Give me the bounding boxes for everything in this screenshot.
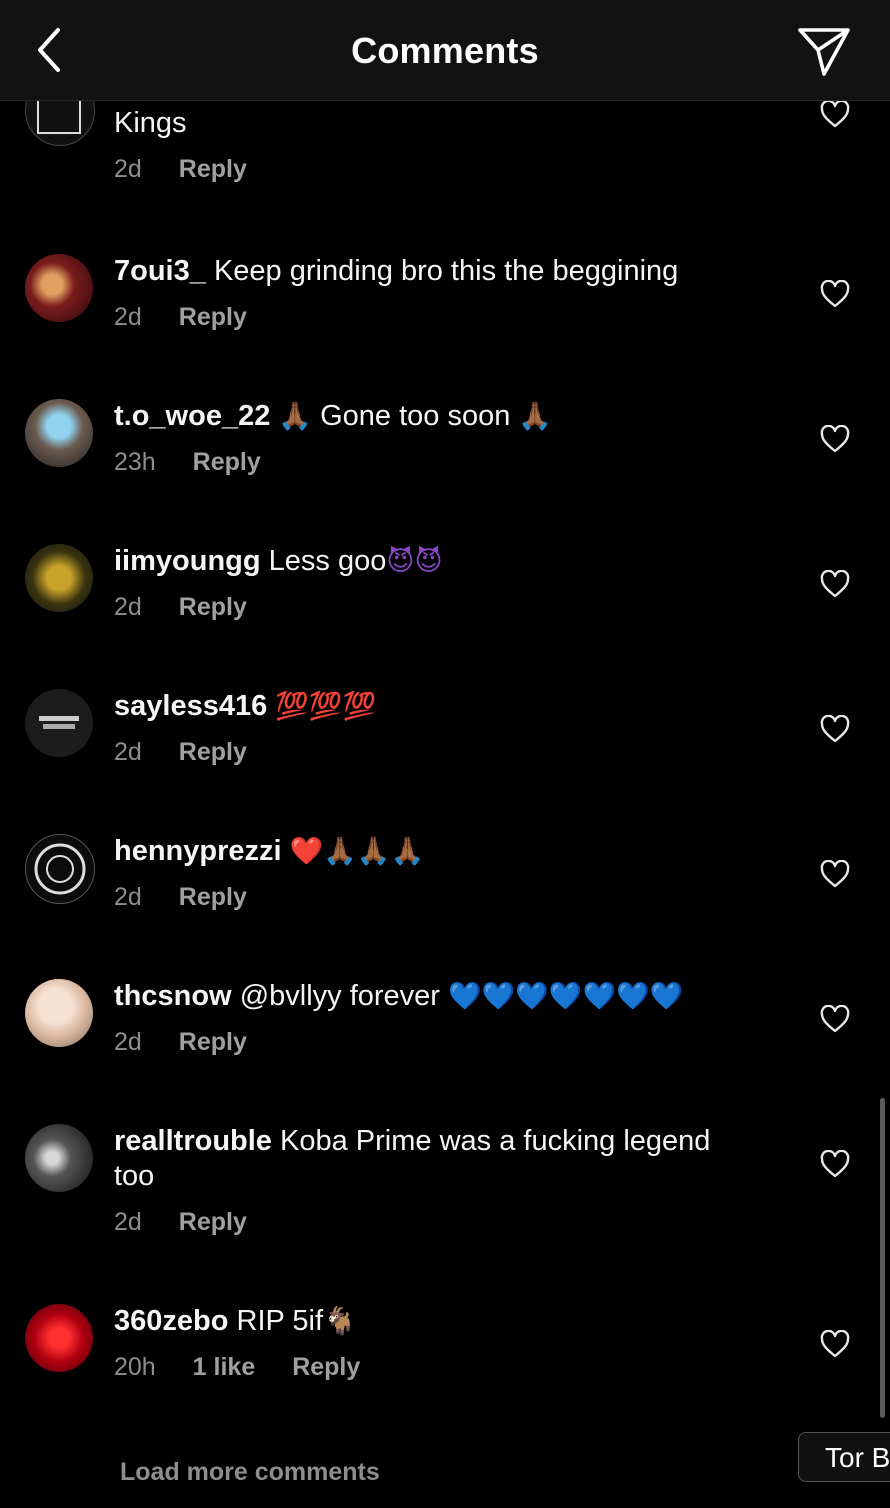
username[interactable]: hennyprezzi (114, 835, 282, 867)
heart-outline-icon[interactable] (820, 1330, 850, 1358)
avatar[interactable] (25, 979, 93, 1047)
header-bar: Comments (0, 0, 890, 101)
emoji: 🙏🏾 (278, 401, 313, 432)
avatar[interactable] (25, 1124, 93, 1192)
reply-button[interactable]: Reply (179, 883, 247, 911)
comment-time: 2d (114, 155, 142, 183)
reply-button[interactable]: Reply (193, 448, 261, 476)
emoji: 🙏🏾 (518, 401, 553, 432)
heart-outline-icon[interactable] (820, 280, 850, 308)
goat-emoji: 🐐 (323, 1306, 357, 1337)
comment-text: thcsnow @bvllyy forever 💙💙💙💙💙💙💙 (114, 979, 770, 1014)
reply-button[interactable]: Reply (292, 1353, 360, 1381)
username[interactable]: 360zebo (114, 1305, 228, 1337)
comment-body: Gone too soon (320, 400, 511, 432)
comment-text: sayless416 💯💯💯 (114, 689, 770, 724)
heart-outline-icon[interactable] (820, 715, 850, 743)
reply-button[interactable]: Reply (179, 593, 247, 621)
comment-text: iimyoungg Less goo😈😈 (114, 544, 770, 579)
heart-outline-icon[interactable] (820, 570, 850, 598)
reply-button[interactable]: Reply (179, 1028, 247, 1056)
comment-meta: 2d Reply (114, 1028, 770, 1057)
reply-button[interactable]: Reply (179, 303, 247, 331)
page-title: Comments (351, 30, 539, 71)
comment-text: Kings (114, 106, 770, 141)
comment-text: realltrouble Koba Prime was a fucking le… (114, 1124, 750, 1194)
comment-time: 2d (114, 1208, 142, 1236)
avatar[interactable] (25, 1304, 93, 1372)
comment-time: 2d (114, 738, 142, 766)
username[interactable]: thcsnow (114, 980, 232, 1012)
username[interactable]: sayless416 (114, 690, 267, 722)
avatar[interactable] (25, 689, 93, 757)
comment-meta: 23h Reply (114, 448, 770, 477)
reply-button[interactable]: Reply (179, 1208, 247, 1236)
username[interactable]: t.o_woe_22 (114, 400, 270, 432)
comment-time: 2d (114, 883, 142, 911)
blue-heart-emoji: 💙💙💙💙💙💙💙 (448, 981, 684, 1012)
heart-outline-icon[interactable] (820, 1005, 850, 1033)
username[interactable]: realltrouble (114, 1125, 272, 1157)
comment-body: Keep grinding bro this the beggining (213, 255, 679, 287)
scrollbar[interactable] (880, 1098, 885, 1418)
heart-outline-icon[interactable] (820, 860, 850, 888)
username[interactable]: iimyoungg (114, 545, 261, 577)
reply-button[interactable]: Reply (179, 738, 247, 766)
avatar[interactable] (25, 399, 93, 467)
emoji: ❤️🙏🏾🙏🏾🙏🏾 (289, 836, 425, 867)
comment-body: Less goo (268, 545, 387, 577)
heart-outline-icon[interactable] (820, 100, 850, 128)
avatar[interactable] (25, 254, 93, 322)
avatar[interactable] (25, 544, 93, 612)
comment-body: @bvllyy forever (239, 980, 440, 1012)
emoji: 😈😈 (386, 546, 443, 577)
comment-meta: 2d Reply (114, 593, 770, 622)
comment-time: 20h (114, 1353, 156, 1381)
heart-outline-icon[interactable] (820, 425, 850, 453)
comment-body: RIP 5if (236, 1305, 324, 1337)
comment-meta: 2d Reply (114, 303, 770, 332)
like-count[interactable]: 1 like (193, 1353, 256, 1381)
comment-time: 23h (114, 448, 156, 476)
comment-time: 2d (114, 303, 142, 331)
comment-time: 2d (114, 593, 142, 621)
comment-text: 360zebo RIP 5if🐐 (114, 1304, 770, 1339)
comments-feed[interactable]: Kings 2d Reply 7oui3_ Keep grinding bro … (0, 0, 890, 1508)
comment-meta: 2d Reply (114, 883, 770, 912)
comment-meta: 2d Reply (114, 1208, 750, 1237)
comment-body: Kings (114, 107, 187, 139)
paper-plane-icon[interactable] (796, 24, 852, 78)
comment-meta: 20h 1 like Reply (114, 1353, 770, 1382)
reply-button[interactable]: Reply (179, 155, 247, 183)
load-more-comments-button[interactable]: Load more comments (120, 1458, 380, 1487)
comment-meta: 2d Reply (114, 155, 770, 184)
avatar[interactable] (25, 834, 95, 904)
username[interactable]: 7oui3_ (114, 255, 206, 287)
hundred-points-emoji: 💯💯💯 (275, 691, 377, 722)
comment-time: 2d (114, 1028, 142, 1056)
tor-browser-pill[interactable]: Tor B (798, 1432, 890, 1482)
comment-meta: 2d Reply (114, 738, 770, 767)
comment-text: hennyprezzi ❤️🙏🏾🙏🏾🙏🏾 (114, 834, 770, 869)
heart-outline-icon[interactable] (820, 1150, 850, 1178)
comment-text: 7oui3_ Keep grinding bro this the beggin… (114, 254, 770, 289)
comment-text: t.o_woe_22 🙏🏾 Gone too soon 🙏🏾 (114, 399, 770, 434)
